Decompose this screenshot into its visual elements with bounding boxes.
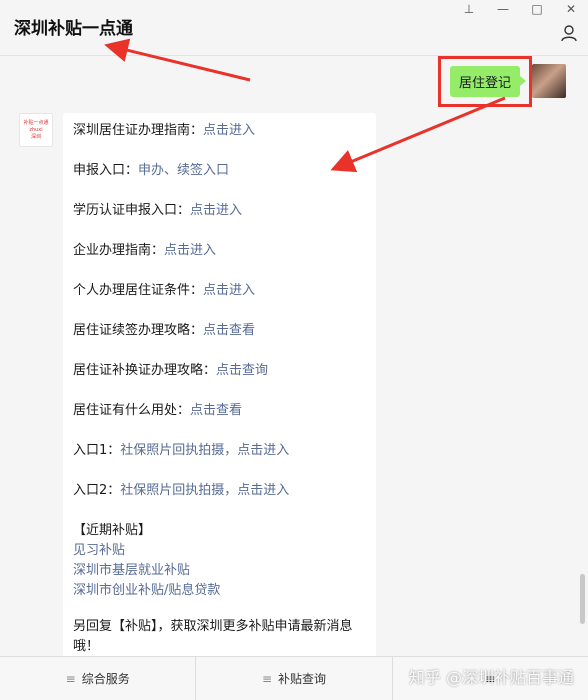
profile-icon[interactable] (560, 24, 578, 42)
list-item: 入口2：社保照片回执拍摄，点击进入 (73, 481, 366, 521)
item-link[interactable]: 点击进入 (190, 203, 242, 218)
menu-label: 综合服务 (81, 672, 130, 686)
item-link[interactable]: 点击查询 (216, 363, 268, 378)
item-label: 居住证续签办理攻略： (73, 323, 204, 338)
list-item: 居住证有什么用处：点击查看 (73, 401, 366, 441)
minimize-icon[interactable]: — (486, 0, 520, 18)
list-item: 企业办理指南：点击进入 (73, 241, 366, 281)
close-icon[interactable]: ✕ (554, 0, 588, 18)
list-item: 个人办理居住证条件：点击进入 (73, 281, 366, 321)
item-label: 申报入口： (73, 163, 139, 178)
menu-label: 补贴查询 (278, 672, 327, 686)
item-link[interactable]: 申办、续签入口 (138, 163, 229, 178)
list-item: 深圳居住证办理指南：点击进入 (73, 121, 366, 161)
item-label: 学历认证申报入口： (73, 203, 191, 218)
watermark: 知乎 @深圳补贴百事通 (408, 668, 574, 687)
recent-link[interactable]: 深圳市创业补贴/贴息贷款 (73, 581, 366, 601)
recent-title: 【近期补贴】 (73, 523, 152, 538)
item-label: 居住证补换证办理攻略： (73, 363, 217, 378)
outgoing-bubble[interactable]: 居住登记 (437, 56, 532, 107)
recent-link[interactable]: 深圳市基层就业补贴 (73, 561, 366, 581)
menu-comprehensive-service[interactable]: ≡ 综合服务 (0, 657, 197, 700)
outgoing-message: 居住登记 (437, 56, 566, 107)
item-link[interactable]: 点击进入 (203, 283, 255, 298)
item-link[interactable]: 社保照片回执拍摄，点击进入 (120, 443, 289, 458)
scrollbar[interactable] (580, 574, 585, 624)
list-item: 居住证补换证办理攻略：点击查询 (73, 361, 366, 401)
list-item: 申报入口：申办、续签入口 (73, 161, 366, 201)
pin-icon[interactable]: ⊥ (452, 0, 486, 18)
bot-avatar-line: 补贴一点通 (23, 119, 49, 126)
chat-title: 深圳补贴一点通 (14, 19, 133, 39)
item-link[interactable]: 社保照片回执拍摄，点击进入 (120, 483, 289, 498)
recent-link[interactable]: 见习补贴 (73, 541, 366, 561)
highlight-box (437, 56, 532, 107)
item-label: 深圳居住证办理指南： (73, 123, 204, 138)
window-controls: ⊥ — □ ✕ (452, 0, 588, 18)
footer-text: 另回复【补贴】，获取深圳更多补贴申请最新消息哦！ (73, 619, 353, 654)
item-label: 入口2： (73, 483, 121, 498)
menu-icon: ≡ (65, 671, 76, 686)
list-item: 入口1：社保照片回执拍摄，点击进入 (73, 441, 366, 481)
chat-header: 深圳补贴一点通 ⊥ — □ ✕ (0, 0, 588, 56)
item-label: 入口1： (73, 443, 121, 458)
bot-avatar-line: zhuxi (29, 126, 43, 133)
incoming-message-bubble: 深圳居住证办理指南：点击进入 申报入口：申办、续签入口 学历认证申报入口：点击进… (63, 113, 376, 658)
item-link[interactable]: 点击进入 (164, 243, 216, 258)
item-label: 居住证有什么用处： (73, 403, 191, 418)
menu-icon: ≡ (261, 671, 273, 686)
list-item: 学历认证申报入口：点击进入 (73, 201, 366, 241)
item-link[interactable]: 点击查看 (203, 323, 255, 338)
bot-avatar[interactable]: 补贴一点通 zhuxi 深圳 (19, 113, 53, 147)
menu-subsidy-query[interactable]: ≡ 补贴查询 (196, 657, 393, 700)
list-item: 居住证续签办理攻略：点击查看 (73, 321, 366, 361)
item-link[interactable]: 点击查看 (190, 403, 242, 418)
bot-avatar-line: 深圳 (30, 133, 41, 140)
item-label: 个人办理居住证条件： (73, 283, 204, 298)
item-link[interactable]: 点击进入 (203, 123, 255, 138)
user-avatar[interactable] (532, 64, 566, 98)
item-label: 企业办理指南： (73, 243, 165, 258)
maximize-icon[interactable]: □ (520, 0, 554, 18)
